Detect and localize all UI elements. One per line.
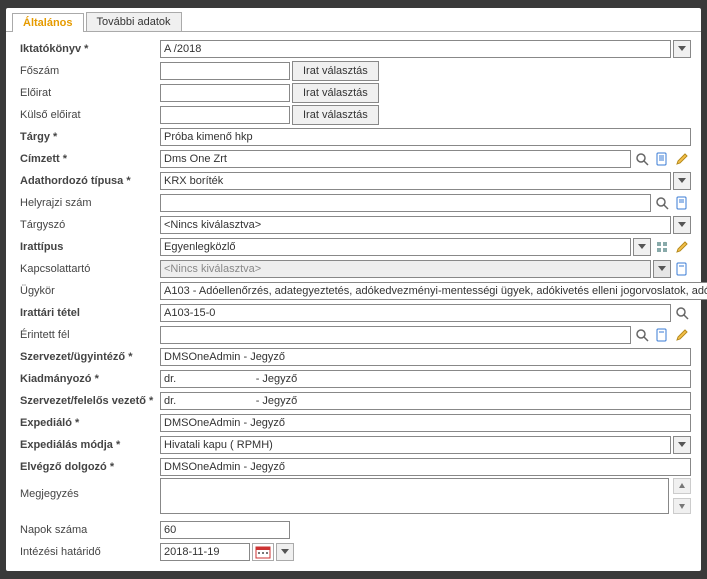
input-elvegzo[interactable] <box>160 458 691 476</box>
label-irattari: Irattári tétel <box>20 307 160 319</box>
tab-other[interactable]: További adatok <box>86 12 182 31</box>
search-icon[interactable] <box>653 194 671 212</box>
label-expmod: Expediálás módja * <box>20 439 160 451</box>
chevron-down-icon[interactable] <box>673 216 691 234</box>
label-irattipus: Irattípus <box>20 241 160 253</box>
label-ugykor: Ügykör <box>20 285 160 297</box>
select-adathordozo[interactable]: KRX boríték <box>160 172 671 190</box>
calendar-icon[interactable] <box>252 543 274 561</box>
input-szervugy[interactable] <box>160 348 691 366</box>
input-erintett[interactable] <box>160 326 631 344</box>
chevron-down-icon[interactable] <box>653 260 671 278</box>
input-foszam[interactable] <box>160 62 290 80</box>
btn-iratvalasztas-2[interactable]: Irat választás <box>292 83 379 103</box>
search-icon[interactable] <box>673 304 691 322</box>
tab-general[interactable]: Általános <box>12 13 84 32</box>
input-intezesi[interactable] <box>160 543 250 561</box>
input-cimzett[interactable] <box>160 150 631 168</box>
input-irattari[interactable] <box>160 304 671 322</box>
textarea-megjegyzes[interactable] <box>160 478 669 514</box>
select-targyszo[interactable]: <Nincs kiválasztva> <box>160 216 671 234</box>
search-icon[interactable] <box>633 150 651 168</box>
select-irattipus[interactable]: Egyenlegközlő <box>160 238 631 256</box>
grid-icon[interactable] <box>653 238 671 256</box>
document-icon[interactable] <box>653 150 671 168</box>
chevron-down-icon[interactable] <box>633 238 651 256</box>
chevron-down-icon[interactable] <box>673 436 691 454</box>
btn-iratvalasztas-1[interactable]: Irat választás <box>292 61 379 81</box>
chevron-down-icon[interactable] <box>673 172 691 190</box>
input-kiad[interactable] <box>160 370 691 388</box>
label-iktatokonyv: Iktatókönyv * <box>20 43 160 55</box>
label-napok: Napok száma <box>20 524 160 536</box>
arrow-down-icon[interactable] <box>673 498 691 514</box>
search-icon[interactable] <box>633 326 651 344</box>
arrow-up-icon[interactable] <box>673 478 691 494</box>
btn-iratvalasztas-3[interactable]: Irat választás <box>292 105 379 125</box>
label-kiad: Kiadmányozó * <box>20 373 160 385</box>
input-napok[interactable] <box>160 521 290 539</box>
pencil-icon[interactable] <box>673 326 691 344</box>
chevron-down-icon[interactable] <box>673 40 691 58</box>
input-helyrajzi[interactable] <box>160 194 651 212</box>
select-kapcs[interactable]: <Nincs kiválasztva> <box>160 260 651 278</box>
input-expedialo[interactable] <box>160 414 691 432</box>
select-expmod[interactable]: Hivatali kapu ( RPMH) <box>160 436 671 454</box>
label-erintett: Érintett fél <box>20 329 160 341</box>
pencil-icon[interactable] <box>673 150 691 168</box>
label-helyrajzi: Helyrajzi szám <box>20 197 160 209</box>
document-icon[interactable] <box>653 326 671 344</box>
document-icon[interactable] <box>673 194 691 212</box>
input-kulso[interactable] <box>160 106 290 124</box>
label-targy: Tárgy * <box>20 131 160 143</box>
label-megjegyzes: Megjegyzés <box>20 478 160 500</box>
input-targy[interactable] <box>160 128 691 146</box>
label-kulso: Külső előirat <box>20 109 160 121</box>
label-adathordozo: Adathordozó típusa * <box>20 175 160 187</box>
label-kapcs: Kapcsolattartó <box>20 263 160 275</box>
input-szervfel[interactable] <box>160 392 691 410</box>
label-expedialo: Expediáló * <box>20 417 160 429</box>
label-eloirat: Előirat <box>20 87 160 99</box>
select-iktatokonyv[interactable]: A /2018 <box>160 40 671 58</box>
chevron-down-icon[interactable] <box>276 543 294 561</box>
document-icon[interactable] <box>673 260 691 278</box>
label-targyszo: Tárgyszó <box>20 219 160 231</box>
label-intezesi: Intézési határidő <box>20 546 160 558</box>
input-ugykor[interactable]: A103 - Adóellenőrzés, adategyeztetés, ad… <box>160 282 707 300</box>
label-elvegzo: Elvégző dolgozó * <box>20 461 160 473</box>
label-cimzett: Címzett * <box>20 153 160 165</box>
label-foszam: Főszám <box>20 65 160 77</box>
label-szervugy: Szervezet/ügyintéző * <box>20 351 160 363</box>
label-szervfel: Szervezet/felelős vezető * <box>20 395 160 407</box>
input-eloirat[interactable] <box>160 84 290 102</box>
pencil-icon[interactable] <box>673 238 691 256</box>
